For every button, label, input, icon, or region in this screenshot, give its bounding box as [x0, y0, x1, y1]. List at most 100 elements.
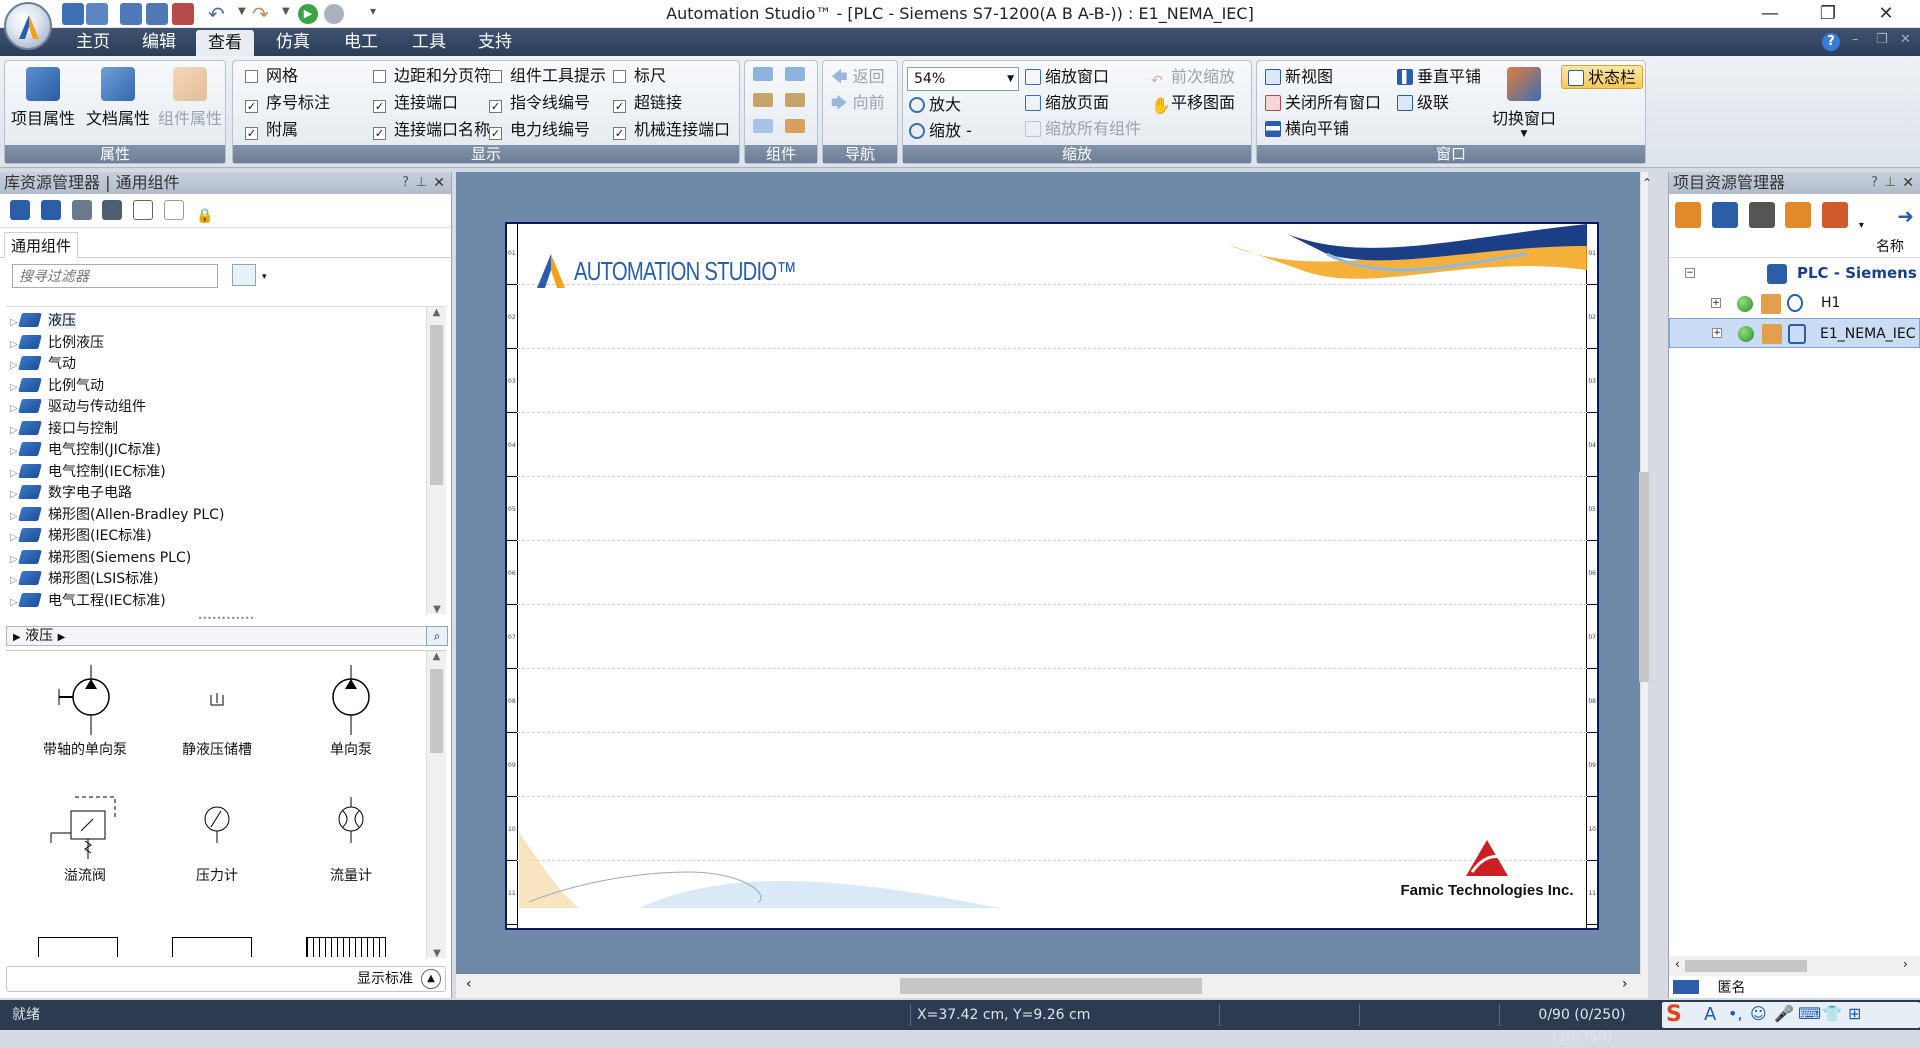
settings-icon[interactable]: [86, 3, 108, 25]
menu-edit[interactable]: 编辑: [130, 28, 188, 56]
scroll-up-icon[interactable]: ⌃: [1642, 176, 1662, 190]
library-tree-item[interactable]: ▷ 比例气动: [6, 376, 446, 398]
project-open-icon[interactable]: [1711, 202, 1738, 228]
library-tree-item[interactable]: ▷ 电气工程(IEC标准): [6, 591, 446, 613]
component-item[interactable]: 单向泵: [296, 665, 406, 759]
library-tree-scrollbar[interactable]: ▲ ▼: [426, 307, 446, 614]
component-tool-icon[interactable]: [785, 119, 805, 133]
library-tree-item[interactable]: ▷ 电气控制(JIC标准): [6, 440, 446, 462]
zoom-window-button[interactable]: 缩放窗口: [1025, 65, 1109, 89]
display-option-checkbox[interactable]: 边距和分页符: [373, 65, 490, 87]
expand-icon[interactable]: ▷: [6, 463, 20, 485]
expand-icon[interactable]: ▷: [6, 506, 20, 528]
emoji-icon[interactable]: ☺: [1750, 1004, 1767, 1023]
close-doc-icon[interactable]: [172, 3, 194, 25]
punctuation-icon[interactable]: •,: [1728, 1004, 1743, 1023]
expand-icon[interactable]: ▷: [6, 312, 20, 334]
tree-collapse-icon[interactable]: [163, 200, 184, 220]
scroll-right-icon[interactable]: ›: [1622, 976, 1628, 992]
search-filter-input[interactable]: [12, 264, 218, 288]
chevron-down-icon[interactable]: ▼: [238, 6, 246, 17]
display-option-checkbox[interactable]: ✓ 附属: [245, 119, 298, 141]
component-item[interactable]: 溢流阀: [30, 791, 140, 885]
library-tree-item[interactable]: ▷ 接口与控制: [6, 419, 446, 441]
restore-button[interactable]: ❐: [1800, 0, 1856, 28]
undo-icon[interactable]: ↶: [208, 2, 225, 26]
library-tree-item[interactable]: ▷ 电气控制(IEC标准): [6, 462, 446, 484]
library-tree-item[interactable]: ▷ 梯形图(IEC标准): [6, 526, 446, 548]
scroll-thumb[interactable]: [1685, 960, 1807, 972]
vertical-scroll-thumb[interactable]: [1639, 472, 1649, 682]
switch-window-button[interactable]: 切换窗口 ▼: [1489, 67, 1559, 139]
menu-tools[interactable]: 工具: [400, 28, 458, 56]
checkbox-checked-icon[interactable]: ✓: [245, 127, 258, 140]
redo-icon[interactable]: ↷: [252, 2, 269, 26]
library-remove-icon[interactable]: [102, 200, 123, 220]
expand-icon[interactable]: +: [1712, 328, 1722, 338]
scroll-thumb[interactable]: [430, 325, 443, 485]
cylinder-icon[interactable]: [172, 937, 252, 957]
ime-mode-icon[interactable]: A: [1704, 1004, 1716, 1025]
chevron-down-icon[interactable]: ▾: [1859, 220, 1864, 231]
expand-icon[interactable]: ▷: [6, 398, 20, 420]
library-tree-item[interactable]: ▷ 驱动与传动组件: [6, 397, 446, 419]
display-option-checkbox[interactable]: ✓ 连接端口: [373, 92, 458, 114]
library-edit-icon[interactable]: [71, 200, 92, 220]
keyboard-icon[interactable]: ⌨: [1798, 1004, 1821, 1023]
scroll-left-icon[interactable]: ‹: [466, 976, 472, 992]
tab-general-components[interactable]: 通用组件: [4, 232, 79, 258]
show-standard-button[interactable]: 显示标准 ▲: [6, 966, 446, 992]
close-icon[interactable]: ✕: [1902, 172, 1914, 194]
expand-icon[interactable]: ▷: [6, 355, 20, 377]
help-icon[interactable]: ?: [1822, 33, 1840, 51]
expand-icon[interactable]: ▷: [6, 441, 20, 463]
component-tool-icon[interactable]: [753, 119, 773, 133]
expand-icon[interactable]: ▷: [6, 570, 20, 592]
stop-icon[interactable]: [324, 4, 344, 24]
expand-icon[interactable]: ▷: [6, 334, 20, 356]
display-option-checkbox[interactable]: 网格: [245, 65, 298, 87]
display-option-checkbox[interactable]: ✓ 电力线编号: [489, 119, 590, 141]
customize-icon[interactable]: ▾: [370, 4, 376, 18]
library-tree-item[interactable]: ▷ 气动: [6, 354, 446, 376]
minimize-button[interactable]: —: [1742, 0, 1798, 28]
previous-zoom-button[interactable]: ↶ 前次缩放: [1151, 65, 1235, 89]
display-option-checkbox[interactable]: ✓ 超链接: [613, 92, 682, 114]
ribbon-restore-icon[interactable]: ❐: [1876, 32, 1888, 47]
component-tool-icon[interactable]: [785, 67, 805, 81]
library-tree-item[interactable]: ▷ 梯形图(Siemens PLC): [6, 548, 446, 570]
tile-vertical-button[interactable]: 垂直平铺: [1397, 65, 1481, 89]
zoom-in-button[interactable]: 放大: [909, 93, 961, 117]
checkbox-checked-icon[interactable]: ✓: [489, 100, 502, 113]
forward-button[interactable]: 🡆 向前: [831, 91, 885, 115]
library-tree-item[interactable]: ▷ 液压: [6, 311, 446, 333]
menu-simulate[interactable]: 仿真: [264, 28, 322, 56]
scroll-thumb[interactable]: [430, 669, 443, 753]
library-tree-item[interactable]: ▷ 比例液压: [6, 333, 446, 355]
project-properties-button[interactable]: 项目属性: [11, 67, 75, 129]
menu-electrical[interactable]: 电工: [332, 28, 390, 56]
display-option-checkbox[interactable]: ✓ 机械连接端口: [613, 119, 730, 141]
expand-icon[interactable]: ▷: [6, 377, 20, 399]
checkbox-checked-icon[interactable]: ✓: [613, 100, 626, 113]
expand-icon[interactable]: ▷: [6, 549, 20, 571]
zoom-out-button[interactable]: 缩放 -: [909, 119, 972, 143]
zoom-page-button[interactable]: 缩放页面: [1025, 91, 1109, 115]
project-save-icon[interactable]: [1748, 202, 1775, 228]
splitter[interactable]: ••••••••••••: [0, 615, 452, 624]
cylinder-icon[interactable]: [306, 937, 386, 957]
search-icon[interactable]: ⌕: [426, 626, 448, 646]
cylinder-icon[interactable]: [38, 937, 118, 957]
tree-node-e1[interactable]: + E1_NEMA_IEC: [1669, 318, 1920, 348]
menu-support[interactable]: 支持: [466, 28, 524, 56]
tree-node-root[interactable]: − PLC - Siemens: [1669, 258, 1920, 288]
expand-icon[interactable]: ▷: [6, 592, 20, 614]
scroll-left-icon[interactable]: ‹: [1675, 957, 1680, 971]
chevron-down-icon[interactable]: ▾: [262, 272, 267, 282]
display-option-checkbox[interactable]: 标尺: [613, 65, 666, 87]
menu-home[interactable]: 主页: [64, 28, 122, 56]
menu-view[interactable]: 查看: [196, 30, 254, 56]
component-item[interactable]: 带轴的单向泵: [30, 665, 140, 759]
component-tool-icon[interactable]: [785, 93, 805, 107]
microphone-icon[interactable]: 🎤: [1774, 1004, 1794, 1023]
